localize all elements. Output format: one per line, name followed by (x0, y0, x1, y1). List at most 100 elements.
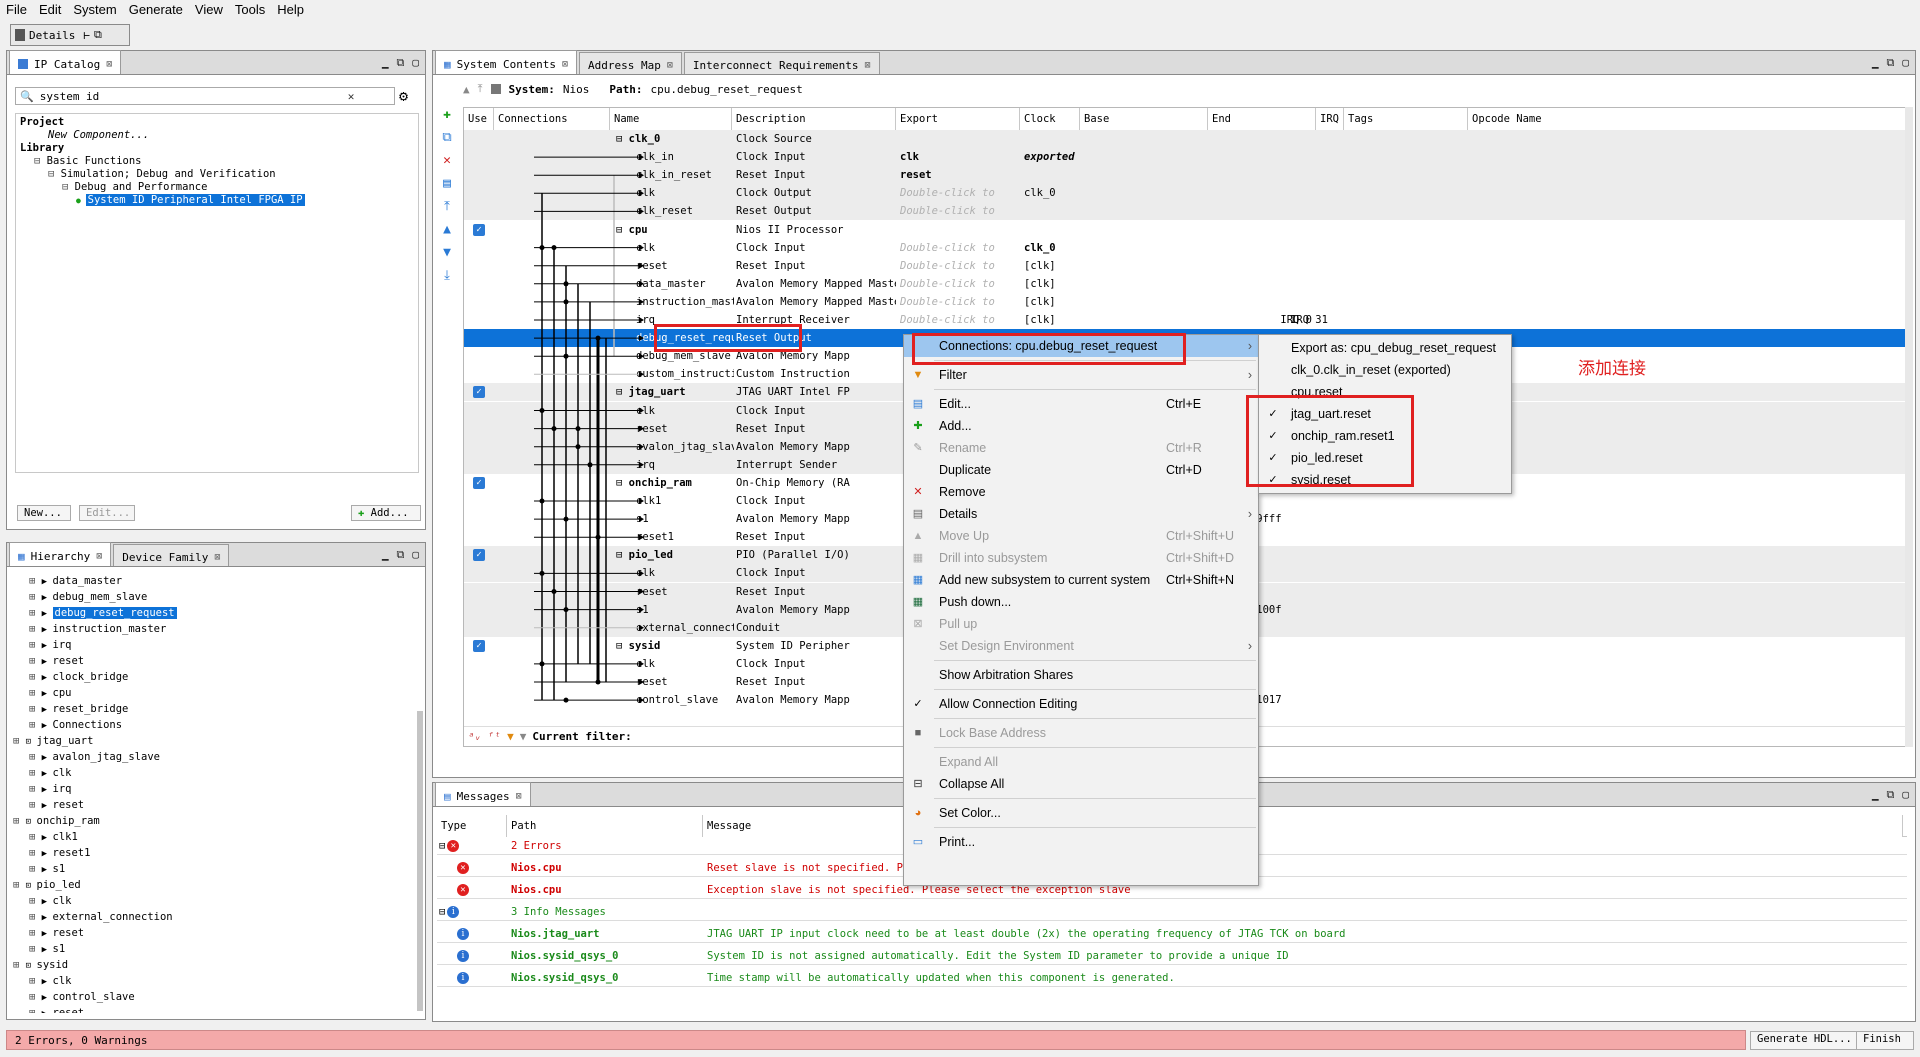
pin-icon[interactable]: ⊢ (83, 29, 90, 42)
expand-toggle-icon[interactable]: ⊞ (29, 639, 42, 651)
menu-item-set-design-environment[interactable]: Set Design Environment › (904, 635, 1258, 657)
clear-search-icon[interactable]: ✕ (348, 90, 355, 103)
close-icon[interactable]: ⊠ (106, 59, 112, 70)
expand-toggle-icon[interactable]: ⊞ (13, 815, 26, 827)
float-icon[interactable]: ⧉ (1887, 788, 1895, 802)
connection-dot[interactable] (563, 516, 569, 522)
menu-item-push-down[interactable]: ▦ Push down... (904, 591, 1258, 613)
close-icon[interactable]: ⊠ (214, 552, 220, 563)
clock-cell[interactable]: [clk] (1024, 275, 1082, 293)
connection-dot[interactable] (595, 335, 601, 341)
clock-cell[interactable]: [clk] (1024, 311, 1082, 329)
menu-generate[interactable]: Generate (123, 0, 189, 20)
expand-toggle-icon[interactable]: ⊞ (29, 863, 42, 875)
connection-dot[interactable] (563, 607, 569, 613)
menu-item-add[interactable]: ✚ Add... (904, 415, 1258, 437)
connection-dot[interactable] (595, 679, 601, 685)
expand-toggle-icon[interactable]: ⊞ (13, 959, 26, 971)
column-header-use[interactable]: Use (464, 108, 494, 130)
generate-hdl-button[interactable]: Generate HDL... (1750, 1031, 1859, 1050)
expand-toggle-icon[interactable]: ⊞ (29, 943, 42, 955)
expand-toggle-icon[interactable]: ⊞ (29, 767, 42, 779)
collapse-toggle-icon[interactable]: ⊟ (439, 906, 445, 924)
add-component-icon[interactable]: ✚ (443, 107, 451, 122)
tab-interconnect-requirements[interactable]: Interconnect Requirements ⊠ (683, 52, 880, 74)
hierarchy-item[interactable]: ⊞ ▶ Connections (11, 717, 407, 733)
maximize-icon[interactable]: ▢ (412, 548, 419, 562)
tab-device-family[interactable]: Device Family ⊠ (113, 544, 230, 566)
hierarchy-item[interactable]: ⊞ ▶ debug_reset_request (11, 605, 407, 621)
table-row[interactable]: data_master Avalon Memory Mapped Master Do… (464, 275, 1908, 293)
connection-dot[interactable] (563, 281, 569, 287)
column-header-base[interactable]: Base (1080, 108, 1208, 130)
expand-toggle-icon[interactable]: ⊞ (13, 735, 26, 747)
close-icon[interactable]: ⊠ (864, 60, 870, 71)
new-button[interactable]: New... (17, 505, 71, 521)
connection-dot[interactable] (563, 299, 569, 305)
restore-icon[interactable]: ⧉ (94, 28, 102, 42)
table-row[interactable]: reset Reset Input Double-click to [clk] (464, 257, 1908, 275)
ip-tree-item[interactable]: ⊟ Simulation; Debug and Verification (20, 168, 414, 181)
hierarchy-item[interactable]: ⊞ ▶ irq (11, 781, 407, 797)
close-icon[interactable]: ⊠ (516, 791, 522, 802)
tab-ip-catalog[interactable]: IP Catalog ⊠ (9, 50, 122, 74)
clock-cell[interactable]: [clk] (1024, 257, 1082, 275)
edit-icon[interactable]: ▤ (443, 176, 451, 191)
hierarchy-item[interactable]: ⊞ ▶ external_connection (11, 909, 407, 925)
expand-toggle-icon[interactable]: ⊞ (29, 991, 42, 1003)
menu-item-print[interactable]: ▭ Print... (904, 831, 1258, 853)
menu-tools[interactable]: Tools (229, 0, 271, 20)
hierarchy-item[interactable]: ⊞ ▶ data_master (11, 573, 407, 589)
column-header-export[interactable]: Export (896, 108, 1020, 130)
add-subsystem-icon[interactable]: ⧉ (442, 130, 451, 145)
expand-toggle-icon[interactable]: ⊞ (29, 1007, 42, 1013)
menu-item-move-up[interactable]: ▲ Move Up Ctrl+Shift+U (904, 525, 1258, 547)
column-header-opcode-name[interactable]: Opcode Name (1468, 108, 1908, 130)
expand-toggle-icon[interactable]: ⊞ (13, 879, 26, 891)
details-tab[interactable]: Details ⊢ ⧉ (10, 24, 130, 46)
filter-tools-icon[interactable]: ᵃᵥ ᶠᵗ (468, 730, 501, 743)
clock-cell[interactable]: clk_0 (1024, 184, 1082, 202)
hierarchy-item[interactable]: ⊞ ▶ reset (11, 797, 407, 813)
hierarchy-item[interactable]: ⊞ ▶ reset (11, 1005, 407, 1013)
column-header-end[interactable]: End (1208, 108, 1316, 130)
menu-view[interactable]: View (189, 0, 229, 20)
expand-toggle-icon[interactable]: ⊞ (29, 671, 42, 683)
expand-toggle-icon[interactable]: ⊞ (29, 751, 42, 763)
expand-toggle-icon[interactable]: ⊞ (29, 927, 42, 939)
menu-item-add-new-subsystem-to-current-system[interactable]: ▦ Add new subsystem to current system Ctrl… (904, 569, 1258, 591)
hierarchy-scrollbar[interactable] (417, 711, 423, 1011)
message-column-type[interactable]: Type (437, 815, 507, 837)
connection-dot[interactable] (539, 245, 545, 251)
hierarchy-item[interactable]: ⊞ ⊡ pio_led (11, 877, 407, 893)
close-icon[interactable]: ⊠ (96, 551, 102, 562)
export-cell[interactable]: Double-click to (900, 202, 1018, 220)
gear-icon[interactable]: ⚙ (399, 87, 408, 105)
submenu-item[interactable]: clk_0.clk_in_reset (exported) (1259, 359, 1511, 381)
export-cell[interactable]: Double-click to (900, 257, 1018, 275)
export-cell[interactable]: Double-click to (900, 275, 1018, 293)
table-row[interactable]: ✓ ⊟ cpu Nios II Processor (464, 221, 1908, 239)
clock-cell[interactable]: clk_0 (1024, 239, 1082, 257)
connection-dot[interactable] (563, 353, 569, 359)
message-row[interactable]: i Nios.jtag_uart JTAG UART IP input clock … (437, 925, 1907, 943)
close-icon[interactable]: ⊠ (667, 60, 673, 71)
connection-dot[interactable] (563, 697, 569, 703)
connection-dot[interactable] (539, 661, 545, 667)
export-cell[interactable]: Double-click to (900, 239, 1018, 257)
tab-address-map[interactable]: Address Map ⊠ (579, 52, 682, 74)
move-top-icon[interactable]: ⤒ (444, 199, 450, 214)
column-header-connections[interactable]: Connections (494, 108, 610, 130)
tab-hierarchy[interactable]: ▦ Hierarchy ⊠ (9, 542, 112, 566)
menu-file[interactable]: File (0, 0, 33, 20)
hierarchy-item[interactable]: ⊞ ▶ reset (11, 925, 407, 941)
minimize-icon[interactable]: ▁ (1872, 56, 1879, 70)
menu-help[interactable]: Help (271, 0, 310, 20)
menu-item-filter[interactable]: ▼ Filter › (904, 364, 1258, 386)
add-button[interactable]: ✚ Add... (351, 505, 421, 521)
connection-dot[interactable] (539, 498, 545, 504)
minimize-icon[interactable]: ▁ (382, 56, 389, 70)
hierarchy-item[interactable]: ⊞ ▶ reset_bridge (11, 701, 407, 717)
hierarchy-item[interactable]: ⊞ ▶ clock_bridge (11, 669, 407, 685)
expand-toggle-icon[interactable]: ⊞ (29, 783, 42, 795)
